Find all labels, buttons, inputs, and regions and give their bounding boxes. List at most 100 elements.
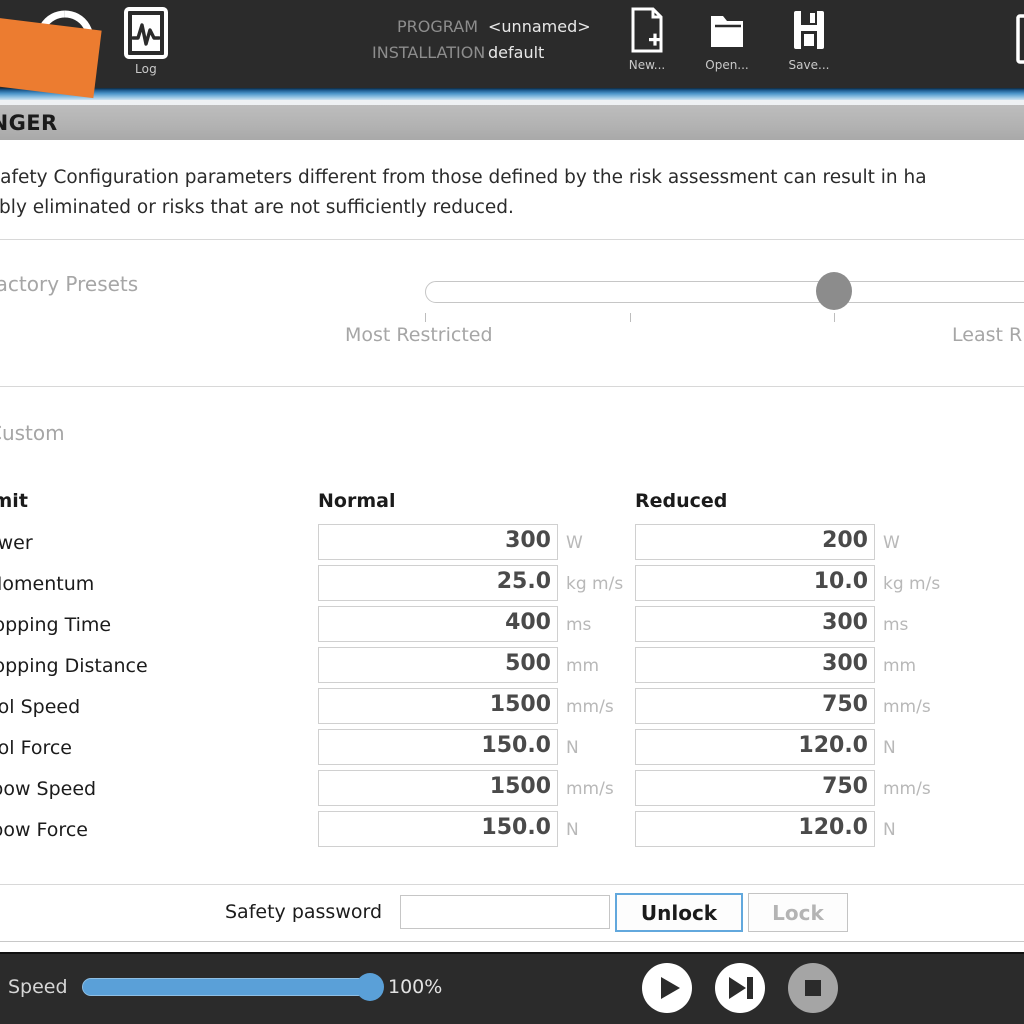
top-header-bar: Log PROGRAM <unnamed> INSTALLATION defau… <box>0 0 1024 88</box>
normal-value: 400 <box>505 610 551 635</box>
table-row: ower 300 W 200 W <box>0 524 1024 565</box>
unlock-button[interactable]: Unlock <box>615 893 743 932</box>
reduced-value: 200 <box>822 528 868 553</box>
factory-presets-section <box>0 240 1024 387</box>
reduced-unit: mm/s <box>883 697 931 717</box>
factory-presets-slider-track[interactable] <box>425 281 1024 303</box>
reduced-value-input[interactable]: 300 <box>635 647 875 683</box>
danger-banner: ANGER <box>0 105 1024 141</box>
factory-presets-label: Factory Presets <box>0 272 139 296</box>
open-button[interactable]: Open... <box>690 4 764 86</box>
safety-password-input[interactable] <box>400 895 610 929</box>
normal-unit: mm/s <box>566 697 614 717</box>
open-button-label: Open... <box>705 58 749 72</box>
warning-text: f Safety Configuration parameters differ… <box>0 167 927 218</box>
row-limit-label: topping Time <box>0 614 112 636</box>
normal-unit: kg m/s <box>566 574 624 594</box>
safety-password-bar: Safety password Unlock Lock <box>0 884 1024 942</box>
normal-value-input[interactable]: 150.0 <box>318 811 558 847</box>
column-header-limit: imit <box>0 490 28 512</box>
normal-value: 500 <box>505 651 551 676</box>
column-header-normal: Normal <box>318 490 396 512</box>
table-row: Momentum 25.0 kg m/s 10.0 kg m/s <box>0 565 1024 606</box>
stop-button[interactable] <box>787 962 839 1014</box>
warning-text-panel: f Safety Configuration parameters differ… <box>0 141 1024 240</box>
new-file-icon <box>627 6 667 54</box>
new-button-label: New... <box>628 58 666 72</box>
edge-tool-button[interactable] <box>1004 12 1024 72</box>
normal-value: 300 <box>505 528 551 553</box>
reduced-unit: N <box>883 820 896 840</box>
normal-value: 1500 <box>489 774 551 799</box>
reduced-value: 750 <box>822 774 868 799</box>
log-button[interactable]: Log <box>115 6 177 84</box>
reduced-value-input[interactable]: 120.0 <box>635 811 875 847</box>
table-row: lbow Speed 1500 mm/s 750 mm/s <box>0 770 1024 811</box>
installation-value: default <box>488 43 545 62</box>
reduced-value: 300 <box>822 610 868 635</box>
reduced-value-input[interactable]: 750 <box>635 770 875 806</box>
normal-value: 150.0 <box>481 733 551 758</box>
normal-value-input[interactable]: 1500 <box>318 688 558 724</box>
factory-presets-slider-handle[interactable] <box>816 272 852 310</box>
reduced-unit: kg m/s <box>883 574 941 594</box>
slider-tick-2 <box>834 313 835 322</box>
normal-unit: ms <box>566 615 592 635</box>
table-row: topping Distance 500 mm 300 mm <box>0 647 1024 688</box>
normal-value-input[interactable]: 1500 <box>318 770 558 806</box>
reduced-value: 120.0 <box>798 733 868 758</box>
normal-value-input[interactable]: 400 <box>318 606 558 642</box>
row-limit-label: lbow Speed <box>0 778 97 800</box>
program-value: <unnamed> <box>488 17 591 36</box>
save-button-label: Save... <box>788 58 830 72</box>
row-limit-label: ool Speed <box>0 696 81 718</box>
speed-slider-track[interactable] <box>82 978 380 996</box>
custom-label: Custom <box>0 421 65 445</box>
reduced-value: 750 <box>822 692 868 717</box>
normal-unit: N <box>566 820 579 840</box>
normal-unit: mm/s <box>566 779 614 799</box>
reduced-unit: N <box>883 738 896 758</box>
speed-slider-fill <box>83 979 379 995</box>
save-button[interactable]: Save... <box>772 4 846 86</box>
safety-password-label: Safety password <box>225 901 383 923</box>
row-limit-label: Momentum <box>0 573 95 595</box>
table-row: ool Force 150.0 N 120.0 N <box>0 729 1024 770</box>
normal-value-input[interactable]: 500 <box>318 647 558 683</box>
speed-label: Speed <box>8 976 68 998</box>
slider-tick-0 <box>425 313 426 322</box>
program-installation-meta: PROGRAM <unnamed> INSTALLATION default <box>372 14 612 66</box>
new-button[interactable]: New... <box>610 4 684 86</box>
normal-value-input[interactable]: 150.0 <box>318 729 558 765</box>
step-forward-icon <box>715 963 765 1013</box>
step-button[interactable] <box>714 962 766 1014</box>
reduced-value: 120.0 <box>798 815 868 840</box>
partial-edge-icon <box>1016 14 1024 64</box>
lock-button[interactable]: Lock <box>748 893 848 932</box>
reduced-value: 300 <box>822 651 868 676</box>
play-button[interactable] <box>641 962 693 1014</box>
reduced-value-input[interactable]: 120.0 <box>635 729 875 765</box>
play-icon <box>642 963 692 1013</box>
program-row: PROGRAM <unnamed> <box>372 14 612 40</box>
speed-percent-value: 100% <box>388 976 443 998</box>
reduced-value-input[interactable]: 750 <box>635 688 875 724</box>
slider-tick-1 <box>630 313 631 322</box>
table-row: topping Time 400 ms 300 ms <box>0 606 1024 647</box>
reduced-unit: mm/s <box>883 779 931 799</box>
reduced-unit: ms <box>883 615 909 635</box>
normal-value: 1500 <box>489 692 551 717</box>
slider-label-most-restricted: Most Restricted <box>345 324 493 346</box>
reduced-value-input[interactable]: 300 <box>635 606 875 642</box>
reduced-value-input[interactable]: 200 <box>635 524 875 560</box>
row-limit-label: ower <box>0 532 33 554</box>
reduced-value-input[interactable]: 10.0 <box>635 565 875 601</box>
header-accent-divider <box>0 88 1024 100</box>
normal-value-input[interactable]: 25.0 <box>318 565 558 601</box>
row-limit-label: topping Distance <box>0 655 148 677</box>
speed-slider-handle[interactable] <box>356 973 384 1001</box>
stop-icon <box>788 963 838 1013</box>
normal-value-input[interactable]: 300 <box>318 524 558 560</box>
normal-unit: W <box>566 533 583 553</box>
danger-banner-title: ANGER <box>0 111 58 135</box>
